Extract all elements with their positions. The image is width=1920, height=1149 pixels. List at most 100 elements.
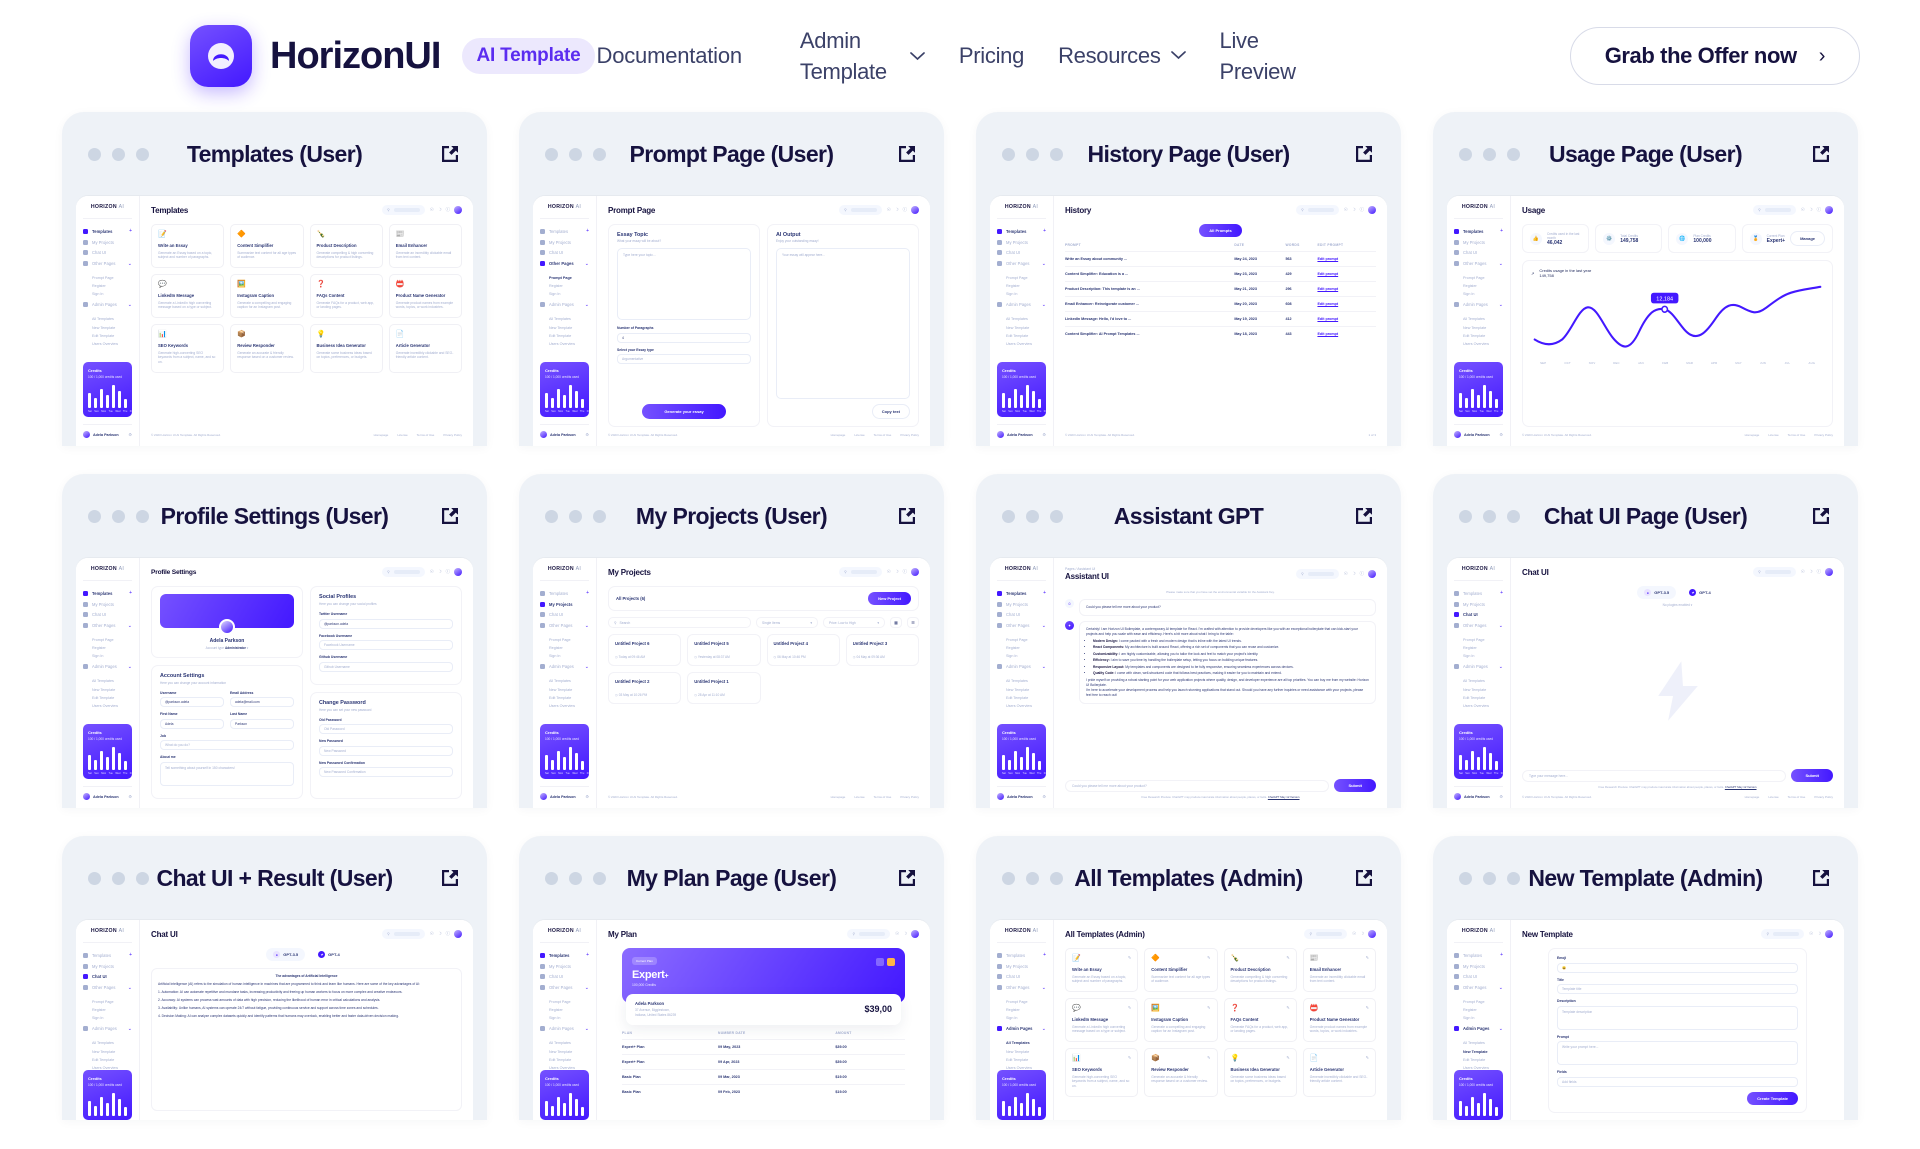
sidebar-sub-signin[interactable]: Sign In	[1006, 1016, 1046, 1020]
chevron-down-icon[interactable]: ⌄	[128, 261, 132, 267]
edit-icon[interactable]: ✎	[1207, 955, 1210, 960]
all-prompts-button[interactable]: All Prompts	[1199, 224, 1242, 237]
sidebar-sub-users-overview[interactable]: Users Overview	[549, 704, 589, 708]
preview-card-my-projects-user[interactable]: My Projects (User) HORIZON AI Templates +…	[519, 474, 944, 808]
old-password-input[interactable]: Old Password	[319, 724, 453, 734]
search-input[interactable]: ⚲	[839, 567, 882, 577]
plus-icon[interactable]: +	[1043, 590, 1046, 596]
footer-link[interactable]: Homepage	[374, 433, 389, 437]
manage-plan-button[interactable]: Manage	[1790, 231, 1825, 246]
sidebar-item-templates[interactable]: Templates +	[1454, 952, 1503, 958]
footer-link[interactable]: License	[1768, 433, 1778, 437]
info-icon[interactable]: ⓘ	[1360, 571, 1364, 577]
sidebar-user[interactable]: Adela Parkson ⚙	[1454, 786, 1503, 800]
sidebar-sub-register[interactable]: Register	[1463, 646, 1503, 650]
sidebar-item-chat-ui[interactable]: Chat UI	[83, 612, 132, 617]
sidebar-item-other-pages[interactable]: Other Pages ⌄	[1454, 261, 1503, 267]
sidebar-sub-all-templates[interactable]: All Templates	[92, 1041, 132, 1045]
sidebar-item-other-pages[interactable]: Other Pages ⌄	[540, 623, 589, 629]
sidebar-item-admin-pages[interactable]: Admin Pages ⌄	[997, 302, 1046, 308]
edit-icon[interactable]: ✎	[1128, 1055, 1131, 1060]
sidebar-sub-edit-template[interactable]: Edit Template	[1463, 1058, 1503, 1062]
sidebar-item-my-projects[interactable]: My Projects	[540, 963, 589, 969]
email-input[interactable]: adela@mail.com	[230, 697, 294, 707]
essay-type-select[interactable]: Argumentative	[617, 354, 751, 364]
plus-icon[interactable]: +	[586, 952, 589, 958]
sidebar-sub-prompt-page[interactable]: Prompt Page	[549, 638, 589, 642]
model-gpt-4[interactable]: ✦ GPT-4	[1682, 586, 1718, 599]
moon-icon[interactable]: ☽	[1809, 207, 1813, 213]
search-input[interactable]: ⚲	[847, 929, 891, 939]
sidebar-item-admin-pages[interactable]: Admin Pages ⌄	[1454, 664, 1503, 670]
plus-icon[interactable]: +	[1043, 228, 1046, 234]
bell-icon[interactable]: ☉	[1801, 569, 1805, 575]
template-tile[interactable]: ✎ ❓ FAQs Content Generate FAQs for a produc…	[1223, 998, 1297, 1043]
sidebar-sub-register[interactable]: Register	[92, 646, 132, 650]
template-tile[interactable]: ✎ 🍾 Product Description Generate compelling…	[1223, 948, 1297, 993]
project-card[interactable]: Untitled Project 2 ◷ 03 May at 10:26 PM	[608, 672, 682, 704]
sidebar-sub-prompt-page[interactable]: Prompt Page	[549, 1000, 589, 1004]
sidebar-item-other-pages[interactable]: Other Pages ⌄	[540, 261, 589, 267]
last-name-input[interactable]: Parkson	[230, 718, 294, 729]
sidebar-sub-all-templates[interactable]: All Templates	[92, 317, 132, 321]
footer-link[interactable]: Homepage	[1745, 795, 1760, 799]
chevron-down-icon[interactable]: ⌄	[1042, 261, 1046, 267]
preview-card-chat-ui-result-user[interactable]: Chat UI + Result (User) HORIZON AI Templ…	[62, 836, 487, 1120]
chevron-down-icon[interactable]: ⌄	[585, 623, 589, 629]
new-project-button[interactable]: New Project	[868, 592, 911, 605]
preview-card-prompt-page-user[interactable]: Prompt Page (User) HORIZON AI Templates +…	[519, 112, 944, 446]
search-input[interactable]: ⚲	[1753, 205, 1796, 215]
sidebar-sub-users-overview[interactable]: Users Overview	[1006, 704, 1046, 708]
external-link-icon[interactable]	[1810, 143, 1832, 165]
info-icon[interactable]: ⓘ	[1360, 207, 1364, 213]
twitter-input[interactable]: @parkson.adela	[319, 618, 453, 629]
sidebar-sub-edit-template[interactable]: Edit Template	[1006, 696, 1046, 700]
nav-item-admin-template[interactable]: Admin Template	[800, 25, 925, 87]
edit-icon[interactable]: ✎	[1207, 1055, 1210, 1060]
chevron-down-icon[interactable]: ⌄	[1499, 302, 1503, 308]
footer-link[interactable]: License	[397, 433, 407, 437]
chevron-down-icon[interactable]: ⌄	[1042, 1026, 1046, 1032]
sidebar-item-my-projects[interactable]: My Projects	[83, 963, 132, 969]
external-link-icon[interactable]	[896, 505, 918, 527]
sidebar-item-templates[interactable]: Templates +	[540, 228, 589, 234]
sidebar-user[interactable]: Adela Parkson ⚙	[540, 424, 589, 438]
sort-select[interactable]: Single Items ▾	[756, 617, 818, 628]
chevron-down-icon[interactable]: ⌄	[128, 664, 132, 670]
edit-icon[interactable]: ✎	[1286, 955, 1289, 960]
search-input[interactable]: ⚲	[382, 567, 425, 577]
search-input[interactable]: ⚲	[1304, 929, 1348, 939]
edit-prompt-link[interactable]: Edit prompt	[1317, 296, 1376, 312]
preview-card-chat-ui-page-user[interactable]: Chat UI Page (User) HORIZON AI Templates…	[1433, 474, 1858, 808]
bell-icon[interactable]: ☉	[1344, 571, 1348, 577]
avatar[interactable]	[454, 206, 462, 214]
sidebar-sub-signin[interactable]: Sign In	[92, 1016, 132, 1020]
sidebar-sub-prompt-page[interactable]: Prompt Page	[1006, 276, 1046, 280]
sidebar-user[interactable]: Adela Parkson ⚙	[83, 786, 132, 800]
sidebar-item-admin-pages[interactable]: Admin Pages ⌄	[83, 664, 132, 670]
sidebar-item-templates[interactable]: Templates +	[997, 590, 1046, 596]
external-link-icon[interactable]	[1353, 143, 1375, 165]
sidebar-sub-signin[interactable]: Sign In	[1463, 1016, 1503, 1020]
table-row[interactable]: Content Simplifier: Education is a ... Ma…	[1065, 266, 1376, 282]
moon-icon[interactable]: ☽	[903, 931, 907, 937]
moon-icon[interactable]: ☽	[1809, 569, 1813, 575]
bell-icon[interactable]: ☉	[1809, 931, 1813, 937]
info-icon[interactable]: ⓘ	[446, 207, 450, 213]
sidebar-item-other-pages[interactable]: Other Pages ⌄	[83, 985, 132, 991]
footer-link[interactable]: Terms of Use	[417, 433, 435, 437]
sidebar-sub-new-template[interactable]: New Template	[1463, 1050, 1503, 1054]
edit-icon[interactable]: ✎	[1366, 955, 1369, 960]
chevron-down-icon[interactable]: ⌄	[128, 623, 132, 629]
external-link-icon[interactable]	[1810, 505, 1832, 527]
sidebar-item-templates[interactable]: Templates +	[83, 952, 132, 958]
preview-card-usage-page-user[interactable]: Usage Page (User) HORIZON AI Templates + …	[1433, 112, 1858, 446]
first-name-input[interactable]: Adela	[160, 718, 224, 729]
sidebar-sub-edit-template[interactable]: Edit Template	[92, 1058, 132, 1062]
edit-prompt-link[interactable]: Edit prompt	[1317, 326, 1376, 341]
sidebar-sub-register[interactable]: Register	[549, 1008, 589, 1012]
search-input[interactable]: ⚲	[1761, 929, 1805, 939]
moon-icon[interactable]: ☽	[438, 569, 442, 575]
sidebar-item-other-pages[interactable]: Other Pages ⌄	[540, 985, 589, 991]
bell-icon[interactable]: ☉	[1344, 207, 1348, 213]
